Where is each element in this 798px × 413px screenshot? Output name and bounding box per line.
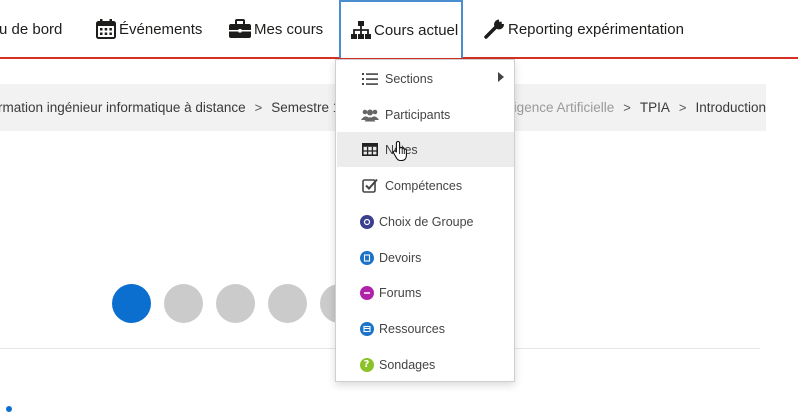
- dropdown-item-assignments-label: Devoirs: [379, 250, 422, 265]
- dropdown-item-competences[interactable]: Compétences: [337, 168, 514, 203]
- nav-current-course-label: Cours actuel: [374, 21, 459, 39]
- dropdown-item-group-choice-label: Choix de Groupe: [379, 214, 474, 229]
- nav-my-courses-label: Mes cours: [254, 20, 324, 38]
- progress-step-2[interactable]: [164, 284, 203, 323]
- progress-step-4[interactable]: [268, 284, 307, 323]
- forum-icon: [359, 284, 374, 302]
- assign-icon: [359, 249, 374, 267]
- breadcrumb-separator: >: [678, 100, 687, 115]
- dropdown-item-notes[interactable]: Notes: [337, 132, 514, 167]
- progress-step-1[interactable]: [112, 284, 151, 323]
- table-icon: [361, 141, 379, 159]
- nav-dashboard[interactable]: u de bord: [0, 0, 62, 58]
- dropdown-item-forums[interactable]: Forums: [337, 275, 514, 310]
- dropdown-item-participants[interactable]: Participants: [337, 97, 514, 132]
- wrench-icon: [484, 18, 506, 40]
- dropdown-item-forums-label: Forums: [379, 285, 422, 300]
- list-ol-icon: [361, 70, 379, 88]
- breadcrumb-item-semester[interactable]: Semestre 1: [271, 100, 340, 115]
- breadcrumb-separator: >: [254, 100, 263, 115]
- choice-icon: [359, 213, 374, 231]
- nav-reporting[interactable]: Reporting expérimentation: [484, 0, 684, 58]
- top-navbar: u de bord Événements Mes cours Cours act…: [0, 0, 798, 59]
- nav-current-course[interactable]: Cours actuel: [339, 0, 463, 58]
- dropdown-item-participants-label: Participants: [385, 107, 451, 122]
- dropdown-item-competences-label: Compétences: [385, 178, 463, 193]
- dropdown-item-resources-label: Ressources: [379, 321, 445, 336]
- hand-cursor-icon: [392, 140, 412, 167]
- breadcrumb-item-course[interactable]: lligence Artificielle: [508, 100, 615, 115]
- nav-dashboard-label: u de bord: [0, 20, 63, 38]
- nav-my-courses[interactable]: Mes cours: [228, 0, 323, 58]
- resource-icon: [359, 320, 374, 338]
- dropdown-item-surveys-label: Sondages: [379, 357, 436, 372]
- users-icon: [361, 106, 379, 124]
- chevron-right-icon: [498, 72, 504, 82]
- calendar-icon: [95, 18, 117, 40]
- breadcrumb-item-program[interactable]: rmation ingénieur informatique à distanc…: [0, 100, 246, 115]
- nav-events-label: Événements: [119, 20, 203, 38]
- checkbox-icon: [361, 177, 379, 195]
- content-marker: [6, 406, 12, 412]
- breadcrumb-separator: >: [623, 100, 631, 115]
- nav-events[interactable]: Événements: [95, 0, 202, 58]
- sitemap-icon: [350, 19, 372, 41]
- breadcrumb-item-tpia[interactable]: TPIA: [640, 100, 670, 115]
- breadcrumb-item-introduction[interactable]: Introduction: [695, 100, 766, 115]
- dropdown-item-resources[interactable]: Ressources: [337, 311, 514, 346]
- nav-reporting-label: Reporting expérimentation: [508, 20, 684, 38]
- dropdown-item-surveys[interactable]: ? Sondages: [337, 347, 514, 382]
- dropdown-item-sections[interactable]: Sections: [337, 61, 514, 96]
- progress-step-3[interactable]: [216, 284, 255, 323]
- survey-icon: ?: [359, 356, 374, 374]
- dropdown-item-group-choice[interactable]: Choix de Groupe: [337, 204, 514, 239]
- dropdown-item-assignments[interactable]: Devoirs: [337, 240, 514, 275]
- dropdown-item-sections-label: Sections: [385, 71, 433, 86]
- current-course-dropdown: Sections Participants Notes: [335, 59, 515, 382]
- briefcase-icon: [228, 18, 252, 40]
